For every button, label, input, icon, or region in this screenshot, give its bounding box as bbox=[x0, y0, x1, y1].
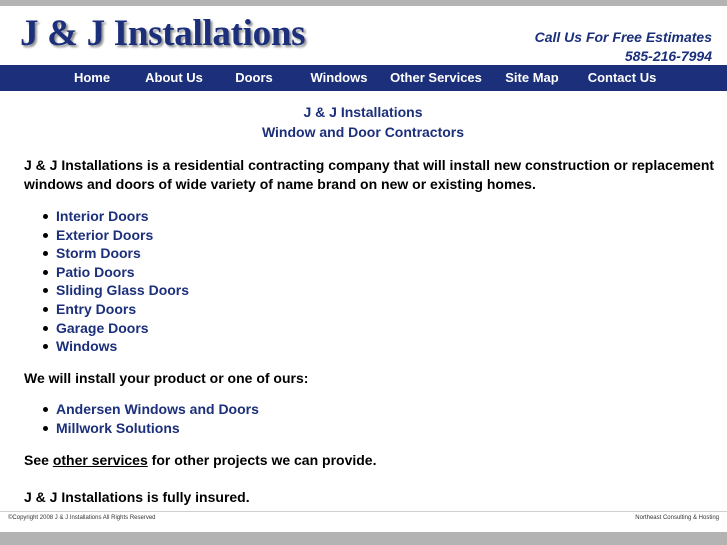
bullet-icon bbox=[43, 269, 48, 275]
bullet-icon bbox=[43, 344, 48, 350]
other-services-link[interactable]: other services bbox=[53, 452, 148, 468]
nav-doors[interactable]: Doors bbox=[235, 65, 273, 91]
list-item[interactable]: Storm Doors bbox=[24, 244, 189, 263]
list-item[interactable]: Andersen Windows and Doors bbox=[24, 400, 259, 419]
list-item-label: Windows bbox=[56, 338, 118, 355]
bottom-gray-bar bbox=[0, 532, 727, 545]
site-logo[interactable]: J & J Installations bbox=[20, 12, 306, 55]
products-intro: We will install your product or one of o… bbox=[24, 370, 309, 386]
bullet-icon bbox=[43, 306, 48, 312]
list-item-label: Patio Doors bbox=[56, 263, 135, 280]
nav-contact-us[interactable]: Contact Us bbox=[588, 65, 657, 91]
products-list: Andersen Windows and Doors Millwork Solu… bbox=[24, 400, 259, 437]
list-item[interactable]: Windows bbox=[24, 337, 189, 356]
services-list: Interior Doors Exterior Doors Storm Door… bbox=[24, 207, 189, 356]
see-prefix: See bbox=[24, 452, 53, 468]
copyright-text: ©Copyright 2008 J & J Installations All … bbox=[8, 515, 156, 521]
site-header: J & J Installations Call Us For Free Est… bbox=[0, 6, 727, 65]
intro-text-line-2: windows and doors of wide variety of nam… bbox=[24, 176, 536, 192]
list-item-label: Interior Doors bbox=[56, 208, 149, 224]
bullet-icon bbox=[43, 425, 48, 431]
page-title: J & J Installations bbox=[303, 104, 423, 120]
hosting-credit[interactable]: Northeast Consulting & Hosting bbox=[635, 515, 719, 521]
bullet-icon bbox=[43, 407, 48, 412]
list-item[interactable]: Garage Doors bbox=[24, 319, 189, 338]
bullet-icon bbox=[43, 288, 48, 294]
list-item-label: Millwork Solutions bbox=[56, 419, 180, 436]
bullet-icon bbox=[43, 214, 48, 219]
bullet-icon bbox=[43, 325, 48, 331]
nav-windows[interactable]: Windows bbox=[311, 65, 368, 91]
nav-about-us[interactable]: About Us bbox=[145, 65, 203, 91]
nav-home[interactable]: Home bbox=[74, 65, 110, 91]
bullet-icon bbox=[43, 232, 48, 238]
list-item[interactable]: Entry Doors bbox=[24, 300, 189, 319]
insured-text: J & J Installations is fully insured. bbox=[24, 489, 250, 505]
list-item-label: Sliding Glass Doors bbox=[56, 282, 190, 299]
list-item[interactable]: Sliding Glass Doors bbox=[24, 281, 189, 300]
page-subtitle: Window and Door Contractors bbox=[261, 124, 465, 140]
main-nav: Home About Us Doors Windows Other Servic… bbox=[0, 65, 727, 91]
list-item[interactable]: Exterior Doors bbox=[24, 226, 189, 245]
list-item-label: Exterior Doors bbox=[56, 226, 154, 243]
bullet-icon bbox=[43, 251, 48, 257]
list-item-label: Garage Doors bbox=[56, 319, 149, 336]
list-item[interactable]: Interior Doors bbox=[24, 207, 189, 226]
intro-text-line-1: J & J Installations is a residential con… bbox=[24, 157, 715, 173]
nav-other-services[interactable]: Other Services bbox=[390, 65, 482, 91]
footer-divider bbox=[0, 511, 727, 512]
see-suffix: for other projects we can provide. bbox=[147, 452, 377, 468]
list-item-label: Storm Doors bbox=[56, 245, 141, 262]
see-other-services: See other services for other projects we… bbox=[24, 451, 376, 470]
call-us-text: Call Us For Free Estimates bbox=[534, 29, 712, 45]
nav-site-map[interactable]: Site Map bbox=[505, 65, 558, 91]
list-item-label: Entry Doors bbox=[56, 300, 137, 317]
list-item[interactable]: Patio Doors bbox=[24, 263, 189, 282]
list-item[interactable]: Millwork Solutions bbox=[24, 419, 259, 438]
phone-number: 585-216-7994 bbox=[624, 48, 712, 64]
list-item-label: Andersen Windows and Doors bbox=[56, 401, 259, 417]
